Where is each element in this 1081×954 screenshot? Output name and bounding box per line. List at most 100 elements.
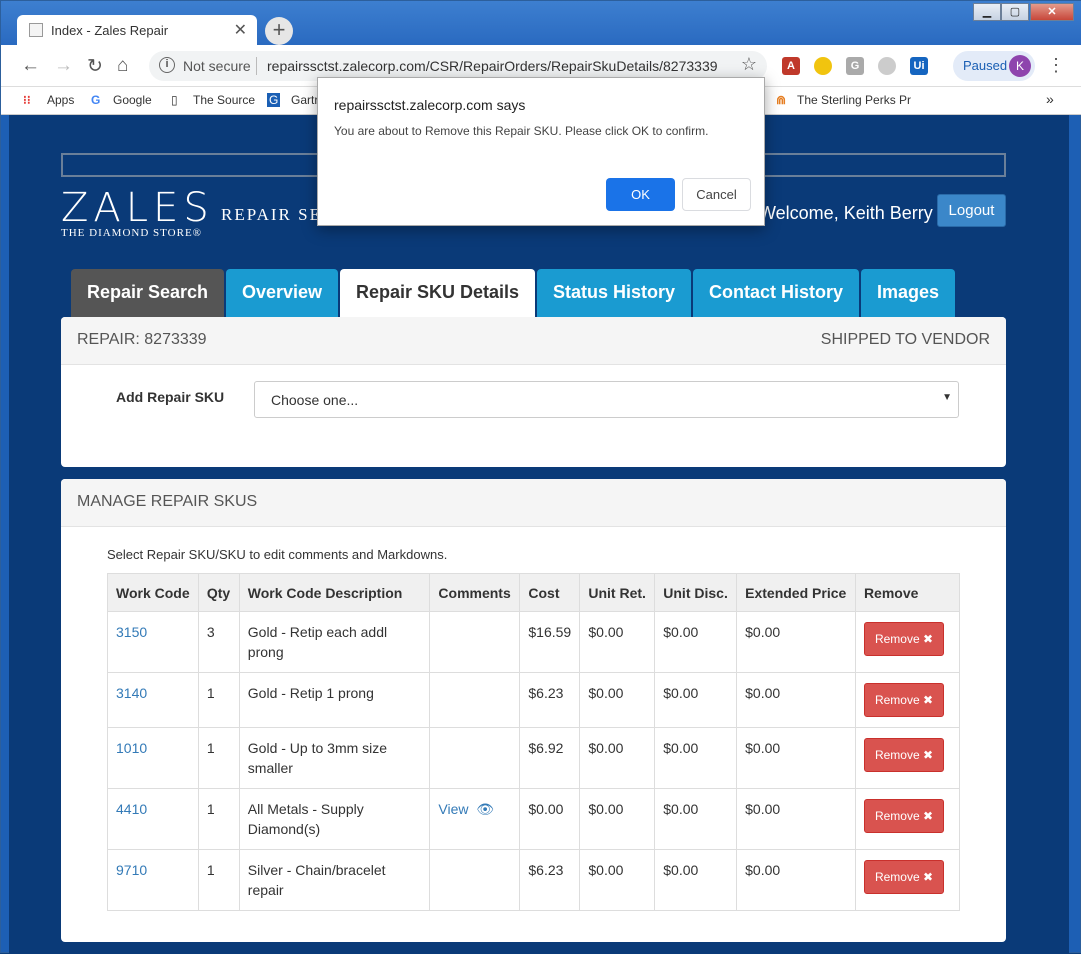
sku-table: Work Code Qty Work Code Description Comm… <box>107 573 961 911</box>
tab-contact-history[interactable]: Contact History <box>693 269 859 317</box>
new-tab-button[interactable]: + <box>265 17 293 45</box>
pdf-extension-icon[interactable]: A <box>782 57 800 75</box>
ok-button[interactable]: OK <box>606 178 675 211</box>
add-sku-select[interactable]: Choose one... ▼ <box>254 381 959 418</box>
cancel-button[interactable]: Cancel <box>682 178 751 211</box>
cost-cell: $16.59 <box>519 611 581 673</box>
remove-button[interactable]: Remove ✖ <box>863 738 945 772</box>
close-tab-icon[interactable]: ✕ <box>234 20 247 40</box>
repair-number: REPAIR: 8273339 <box>77 331 207 348</box>
welcome-text: Welcome, Keith Berry <box>759 203 933 223</box>
table-header-row: Work Code Qty Work Code Description Comm… <box>107 573 961 612</box>
dialog-message: You are about to Remove this Repair SKU.… <box>334 124 709 138</box>
zales-logo: ZALES THE DIAMOND STORE® REPAIR SERVICES <box>61 185 391 239</box>
chevron-down-icon: ▼ <box>942 392 952 403</box>
view-comments-link[interactable]: View 👁 <box>438 801 494 817</box>
unit-ret-cell: $0.00 <box>579 727 656 789</box>
bookmark-sterling-perks[interactable]: The Sterling Perks Pr <box>797 93 911 107</box>
sterling-icon: ⋒ <box>776 93 787 107</box>
table-row: 3150 3 Gold - Retip each addl prong $16.… <box>107 611 961 673</box>
page-content: ZALES THE DIAMOND STORE® REPAIR SERVICES… <box>9 115 1069 954</box>
title-bar: Index - Zales Repair ✕ + ▁ ▢ ✕ <box>1 1 1081 45</box>
unit-disc-cell: $0.00 <box>654 727 738 789</box>
profile-button[interactable]: Paused K <box>953 51 1035 81</box>
status-badge: SHIPPED TO VENDOR <box>820 331 990 348</box>
key-extension-icon[interactable] <box>814 57 832 75</box>
bookmark-google[interactable]: Google <box>113 93 152 107</box>
remove-button[interactable]: Remove ✖ <box>863 683 945 717</box>
col-unit-disc: Unit Disc. <box>654 573 738 612</box>
minimize-button[interactable]: ▁ <box>973 3 1001 21</box>
bookmark-star-icon[interactable]: ☆ <box>741 54 757 75</box>
more-bookmarks-icon[interactable]: » <box>1046 91 1054 107</box>
cost-cell: $0.00 <box>519 788 581 850</box>
cost-cell: $6.92 <box>519 727 581 789</box>
remove-button[interactable]: Remove ✖ <box>863 860 945 894</box>
back-icon[interactable]: ← <box>21 55 40 77</box>
confirm-dialog: repairssctst.zalecorp.com says You are a… <box>317 77 765 226</box>
close-icon: ✖ <box>922 870 934 884</box>
tab-status-history[interactable]: Status History <box>537 269 691 317</box>
repair-card: REPAIR: 8273339 SHIPPED TO VENDOR Add Re… <box>61 317 1006 467</box>
bookmark-the-source[interactable]: The Source <box>193 93 255 107</box>
url-text[interactable]: repairssctst.zalecorp.com/CSR/RepairOrde… <box>267 58 718 74</box>
cost-cell: $6.23 <box>519 672 581 728</box>
tab-repair-search[interactable]: Repair Search <box>71 269 224 317</box>
tab-overview[interactable]: Overview <box>226 269 338 317</box>
close-icon: ✖ <box>922 632 934 646</box>
forward-icon[interactable]: → <box>54 55 73 77</box>
bookmark-gartner[interactable]: Gartr <box>291 93 318 107</box>
work-code-link[interactable]: 1010 <box>116 740 147 756</box>
repair-card-header: REPAIR: 8273339 SHIPPED TO VENDOR <box>61 317 1006 365</box>
extended-price-cell: $0.00 <box>736 849 856 911</box>
browser-tab[interactable]: Index - Zales Repair ✕ <box>17 15 257 45</box>
work-code-link[interactable]: 9710 <box>116 862 147 878</box>
circle-extension-icon[interactable] <box>878 57 896 75</box>
extended-price-cell: $0.00 <box>736 672 856 728</box>
close-window-button[interactable]: ✕ <box>1030 3 1074 21</box>
table-row: 3140 1 Gold - Retip 1 prong $6.23 $0.00 … <box>107 672 961 728</box>
profile-status: Paused <box>963 58 1008 73</box>
remove-label: Remove <box>874 632 920 646</box>
comments-cell <box>429 727 521 789</box>
maximize-button[interactable]: ▢ <box>1001 3 1029 21</box>
col-qty: Qty <box>197 573 240 612</box>
tab-title: Index - Zales Repair <box>51 23 169 38</box>
table-row: 4410 1 All Metals - Supply Diamond(s) Vi… <box>107 788 961 850</box>
remove-label: Remove <box>874 693 920 707</box>
gartner-icon: G <box>267 93 281 107</box>
unit-disc-cell: $0.00 <box>654 849 738 911</box>
home-icon[interactable]: ⌂ <box>117 55 128 77</box>
info-icon[interactable]: i <box>159 57 175 73</box>
apps-icon: ⁝⁝ <box>23 93 31 107</box>
work-code-link[interactable]: 4410 <box>116 801 147 817</box>
work-code-link[interactable]: 3140 <box>116 685 147 701</box>
logo-subtitle: THE DIAMOND STORE® <box>61 227 203 239</box>
logo-text: ZALES <box>61 185 214 231</box>
logout-button[interactable]: Logout <box>937 194 1006 227</box>
grammarly-extension-icon[interactable]: G <box>846 57 864 75</box>
extended-price-cell: $0.00 <box>736 611 856 673</box>
remove-button[interactable]: Remove ✖ <box>863 799 945 833</box>
divider <box>256 57 257 75</box>
col-extended-price: Extended Price <box>736 573 856 612</box>
remove-button[interactable]: Remove ✖ <box>863 622 945 656</box>
unit-ret-cell: $0.00 <box>579 611 656 673</box>
tab-repair-sku-details[interactable]: Repair SKU Details <box>340 269 535 319</box>
bookmark-apps[interactable]: Apps <box>47 93 74 107</box>
col-cost: Cost <box>519 573 581 612</box>
qty-cell: 1 <box>197 849 240 911</box>
menu-icon[interactable]: ⋮ <box>1047 55 1065 76</box>
tab-images[interactable]: Images <box>861 269 955 317</box>
comments-cell <box>429 849 521 911</box>
col-comments: Comments <box>429 573 521 612</box>
reload-icon[interactable]: ↻ <box>87 55 103 78</box>
table-row: 9710 1 Silver - Chain/bracelet repair $6… <box>107 849 961 911</box>
unit-ret-cell: $0.00 <box>579 788 656 850</box>
page-icon <box>29 23 43 37</box>
cost-cell: $6.23 <box>519 849 581 911</box>
page-icon: ▯ <box>171 93 178 107</box>
work-code-link[interactable]: 3150 <box>116 624 147 640</box>
view-label: View <box>438 801 469 817</box>
uipath-extension-icon[interactable]: Ui <box>910 57 928 75</box>
